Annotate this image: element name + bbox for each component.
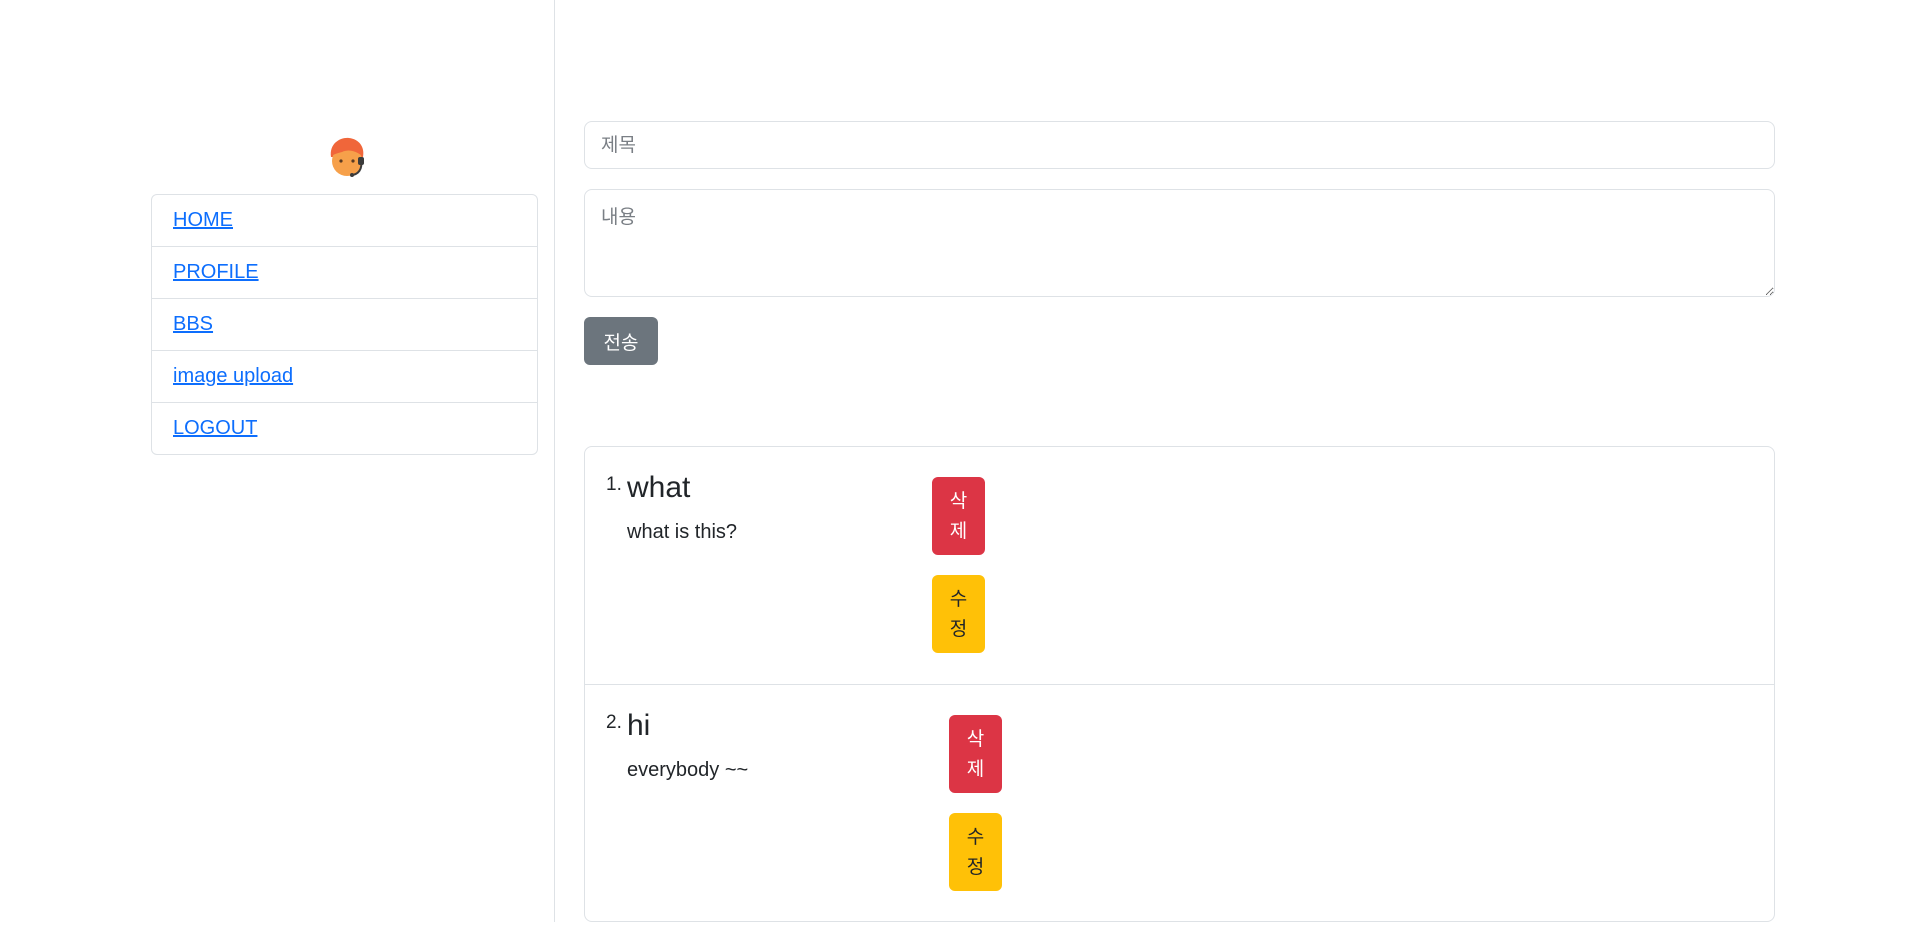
sidebar-item-bbs[interactable]: BBS [151, 298, 538, 351]
post-body: everybody ~~ [627, 759, 749, 781]
post-list: 1. what what is this? 삭제 수정 2. hi everyb… [584, 446, 1775, 922]
nav-link-image-upload[interactable]: image upload [173, 365, 293, 388]
delete-button[interactable]: 삭제 [932, 477, 985, 555]
post-number: 2. [606, 712, 622, 733]
nav-link-logout[interactable]: LOGOUT [173, 417, 257, 440]
submit-button[interactable]: 전송 [584, 317, 658, 365]
support-agent-icon [325, 135, 369, 181]
list-item: 1. what what is this? 삭제 수정 [585, 447, 1774, 684]
edit-button[interactable]: 수정 [949, 813, 1002, 891]
content-textarea[interactable] [584, 189, 1775, 297]
delete-button[interactable]: 삭제 [949, 715, 1002, 793]
nav-link-bbs[interactable]: BBS [173, 313, 213, 336]
edit-button[interactable]: 수정 [932, 575, 985, 653]
nav-link-home[interactable]: HOME [173, 209, 233, 232]
page: HOME PROFILE BBS image upload LOGOUT 전송 … [0, 0, 1920, 933]
sidebar-divider [554, 0, 555, 922]
sidebar-item-profile[interactable]: PROFILE [151, 246, 538, 299]
sidebar-nav: HOME PROFILE BBS image upload LOGOUT [151, 194, 538, 455]
sidebar-item-logout[interactable]: LOGOUT [151, 402, 538, 455]
post-body: what is this? [627, 521, 738, 543]
post-title: what [627, 471, 691, 504]
sidebar-item-home[interactable]: HOME [151, 194, 538, 247]
post-title: hi [627, 709, 651, 742]
sidebar-item-image-upload[interactable]: image upload [151, 350, 538, 403]
title-input[interactable] [584, 121, 1775, 169]
list-item: 2. hi everybody ~~ 삭제 수정 [585, 684, 1774, 921]
post-number: 1. [606, 474, 622, 495]
nav-link-profile[interactable]: PROFILE [173, 261, 259, 284]
